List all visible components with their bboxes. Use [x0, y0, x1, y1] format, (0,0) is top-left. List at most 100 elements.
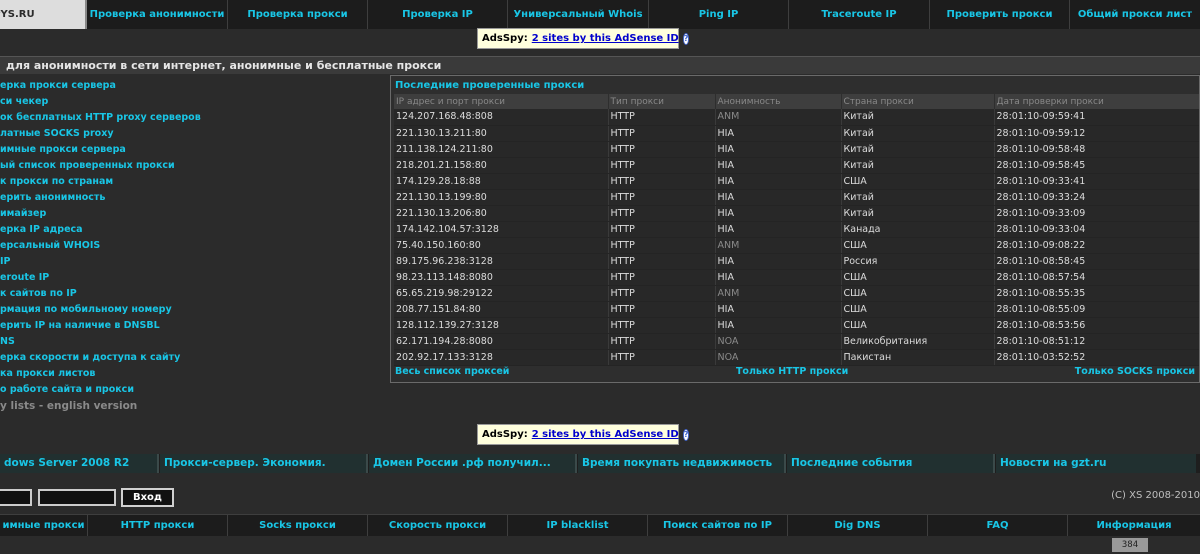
- menu-item[interactable]: ерсальный WHOIS: [0, 238, 390, 254]
- login-button[interactable]: Вход: [121, 488, 174, 507]
- menu-item[interactable]: имайзер: [0, 206, 390, 222]
- menu-item[interactable]: рмация по мобильному номеру: [0, 302, 390, 318]
- table-row: 211.138.124.211:80 HTTP HIA Китай 28:01:10-0…: [394, 141, 1199, 158]
- bottomnav-http-proxies[interactable]: HTTP прокси: [88, 515, 228, 536]
- proxy-date-cell: 28:01:10-09:33:09: [994, 205, 1199, 222]
- bottomnav-proxy-speed[interactable]: Скорость прокси: [368, 515, 508, 536]
- news-item[interactable]: Время покупать недвижимость: [578, 454, 786, 473]
- menu-item[interactable]: ерить анонимность: [0, 190, 390, 206]
- news-item[interactable]: Новости на gzt.ru: [996, 454, 1196, 473]
- table-row: 221.130.13.211:80 HTTP HIA Китай 28:01:10-09…: [394, 125, 1199, 142]
- news-item[interactable]: Последние события: [787, 454, 995, 473]
- proxy-date-cell: 28:01:10-09:59:12: [994, 125, 1199, 142]
- topnav-item-whois[interactable]: Универсальный Whois: [508, 0, 649, 29]
- menu-item[interactable]: ка прокси листов: [0, 366, 390, 382]
- all-proxies-link[interactable]: Весь список проксей: [395, 366, 509, 382]
- menu-item[interactable]: о работе сайта и прокси: [0, 382, 390, 398]
- news-item[interactable]: Прокси-сервер. Экономия.: [160, 454, 368, 473]
- proxy-type-cell: HTTP: [608, 285, 716, 302]
- bottomnav-anonymous-proxies[interactable]: имные прокси: [0, 515, 88, 536]
- proxy-country-cell: США: [841, 285, 995, 302]
- proxy-type-cell: HTTP: [608, 109, 716, 126]
- socks-proxies-link[interactable]: Только SOCKS прокси: [1075, 366, 1195, 382]
- menu-item[interactable]: ерка прокси сервера: [0, 78, 390, 94]
- proxy-anonymity-cell: HIA: [715, 253, 842, 270]
- topnav-item-ip-check[interactable]: Проверка IP: [368, 0, 508, 29]
- bottomnav-ip-blacklist[interactable]: IP blacklist: [508, 515, 648, 536]
- table-row: 174.142.104.57:3128 HTTP HIA Канада 28:01:10…: [394, 221, 1199, 238]
- table-row: 221.130.13.206:80 HTTP HIA Китай 28:01:10-09…: [394, 205, 1199, 222]
- menu-item[interactable]: eroute IP: [0, 270, 390, 286]
- proxy-anonymity-cell: NOA: [715, 333, 842, 350]
- table-row: 128.112.139.27:3128 HTTP HIA США 28:01:10-08…: [394, 317, 1199, 334]
- menu-item[interactable]: си чекер: [0, 94, 390, 110]
- question-icon[interactable]: ?: [682, 32, 690, 45]
- topnav-item-anonymity-check[interactable]: Проверка анонимности: [87, 0, 228, 29]
- topnav-item-check-proxy[interactable]: Проверить прокси: [930, 0, 1070, 29]
- proxy-type-cell: HTTP: [608, 269, 716, 286]
- proxy-anonymity-cell: HIA: [715, 141, 842, 158]
- menu-item[interactable]: имные прокси сервера: [0, 142, 390, 158]
- proxy-date-cell: 28:01:10-08:57:54: [994, 269, 1199, 286]
- bottomnav-faq[interactable]: FAQ: [928, 515, 1068, 536]
- menu-item[interactable]: к сайтов по IP: [0, 286, 390, 302]
- left-menu: ерка прокси сервера си чекер ок бесплатн…: [0, 78, 390, 414]
- proxy-ip-cell: 174.142.104.57:3128: [394, 221, 609, 238]
- proxy-type-cell: HTTP: [608, 157, 716, 174]
- menu-item[interactable]: латные SOCKS proxy: [0, 126, 390, 142]
- proxy-country-cell: Великобритания: [841, 333, 995, 350]
- topnav-item-ping-ip[interactable]: Ping IP: [649, 0, 789, 29]
- column-header-ip: IP адрес и порт прокси: [394, 94, 609, 109]
- visit-counter: 384: [1112, 538, 1148, 552]
- proxy-country-cell: США: [841, 301, 995, 318]
- news-item[interactable]: dows Server 2008 R2: [0, 454, 159, 473]
- menu-item[interactable]: NS: [0, 334, 390, 350]
- bottomnav-socks-proxies[interactable]: Socks прокси: [228, 515, 368, 536]
- brand-logo-link[interactable]: SPYS.RU: [0, 0, 87, 29]
- proxy-date-cell: 28:01:10-09:58:48: [994, 141, 1199, 158]
- column-header-country: Страна прокси: [841, 94, 995, 109]
- proxy-type-cell: HTTP: [608, 237, 716, 254]
- topnav-item-traceroute[interactable]: Traceroute IP: [789, 0, 930, 29]
- table-row: 65.65.219.98:29122 HTTP ANM США 28:01:10-08:…: [394, 285, 1199, 302]
- menu-item[interactable]: ерка IP адреса: [0, 222, 390, 238]
- proxy-date-cell: 28:01:10-08:55:35: [994, 285, 1199, 302]
- login-field[interactable]: [0, 489, 32, 506]
- proxy-anonymity-cell: HIA: [715, 157, 842, 174]
- proxy-anonymity-cell: ANM: [715, 285, 842, 302]
- ad-link[interactable]: 2 sites by this AdSense ID: [532, 33, 679, 44]
- question-icon[interactable]: ?: [682, 428, 690, 441]
- proxy-country-cell: Россия: [841, 253, 995, 270]
- ad-link[interactable]: 2 sites by this AdSense ID: [532, 429, 679, 440]
- bottomnav-dig-dns[interactable]: Dig DNS: [788, 515, 928, 536]
- proxy-anonymity-cell: HIA: [715, 221, 842, 238]
- adsense-banner-bottom: AdsSpy: 2 sites by this AdSense ID ?: [477, 424, 690, 445]
- topnav-item-proxy-check[interactable]: Проверка прокси: [228, 0, 368, 29]
- proxy-country-cell: Пакистан: [841, 349, 995, 366]
- menu-item[interactable]: ерить IP на наличие в DNSBL: [0, 318, 390, 334]
- menu-item[interactable]: к прокси по странам: [0, 174, 390, 190]
- proxy-date-cell: 28:01:10-08:51:12: [994, 333, 1199, 350]
- http-proxies-link[interactable]: Только HTTP прокси: [736, 366, 848, 382]
- menu-item[interactable]: ерка скорости и доступа к сайту: [0, 350, 390, 366]
- bottomnav-info[interactable]: Информация: [1068, 515, 1200, 536]
- proxy-type-cell: HTTP: [608, 189, 716, 206]
- table-row: 98.23.113.148:8080 HTTP HIA США 28:01:10-08:…: [394, 269, 1199, 286]
- menu-item[interactable]: IP: [0, 254, 390, 270]
- bottomnav-sites-by-ip[interactable]: Поиск сайтов по IP: [648, 515, 788, 536]
- proxy-anonymity-cell: HIA: [715, 301, 842, 318]
- menu-item[interactable]: ый список проверенных прокси: [0, 158, 390, 174]
- table-row: 124.207.168.48:808 HTTP ANM Китай 28:01:10-0…: [394, 109, 1199, 126]
- news-item[interactable]: Домен России .рф получил...: [369, 454, 577, 473]
- proxy-date-cell: 28:01:10-09:33:04: [994, 221, 1199, 238]
- menu-item[interactable]: ок бесплатных HTTP proxy серверов: [0, 110, 390, 126]
- proxy-country-cell: Китай: [841, 125, 995, 142]
- proxy-rows: 124.207.168.48:808 HTTP ANM Китай 28:01:10-0…: [394, 109, 1199, 366]
- topnav-item-proxy-list[interactable]: Общий прокси лист: [1070, 0, 1200, 29]
- column-header-type: Тип прокси: [608, 94, 716, 109]
- table-row: 218.201.21.158:80 HTTP HIA Китай 28:01:10-09…: [394, 157, 1199, 174]
- password-field[interactable]: [38, 489, 116, 506]
- proxy-type-cell: HTTP: [608, 253, 716, 270]
- proxy-ip-cell: 208.77.151.84:80: [394, 301, 609, 318]
- menu-item-english[interactable]: y lists - english version: [0, 398, 390, 414]
